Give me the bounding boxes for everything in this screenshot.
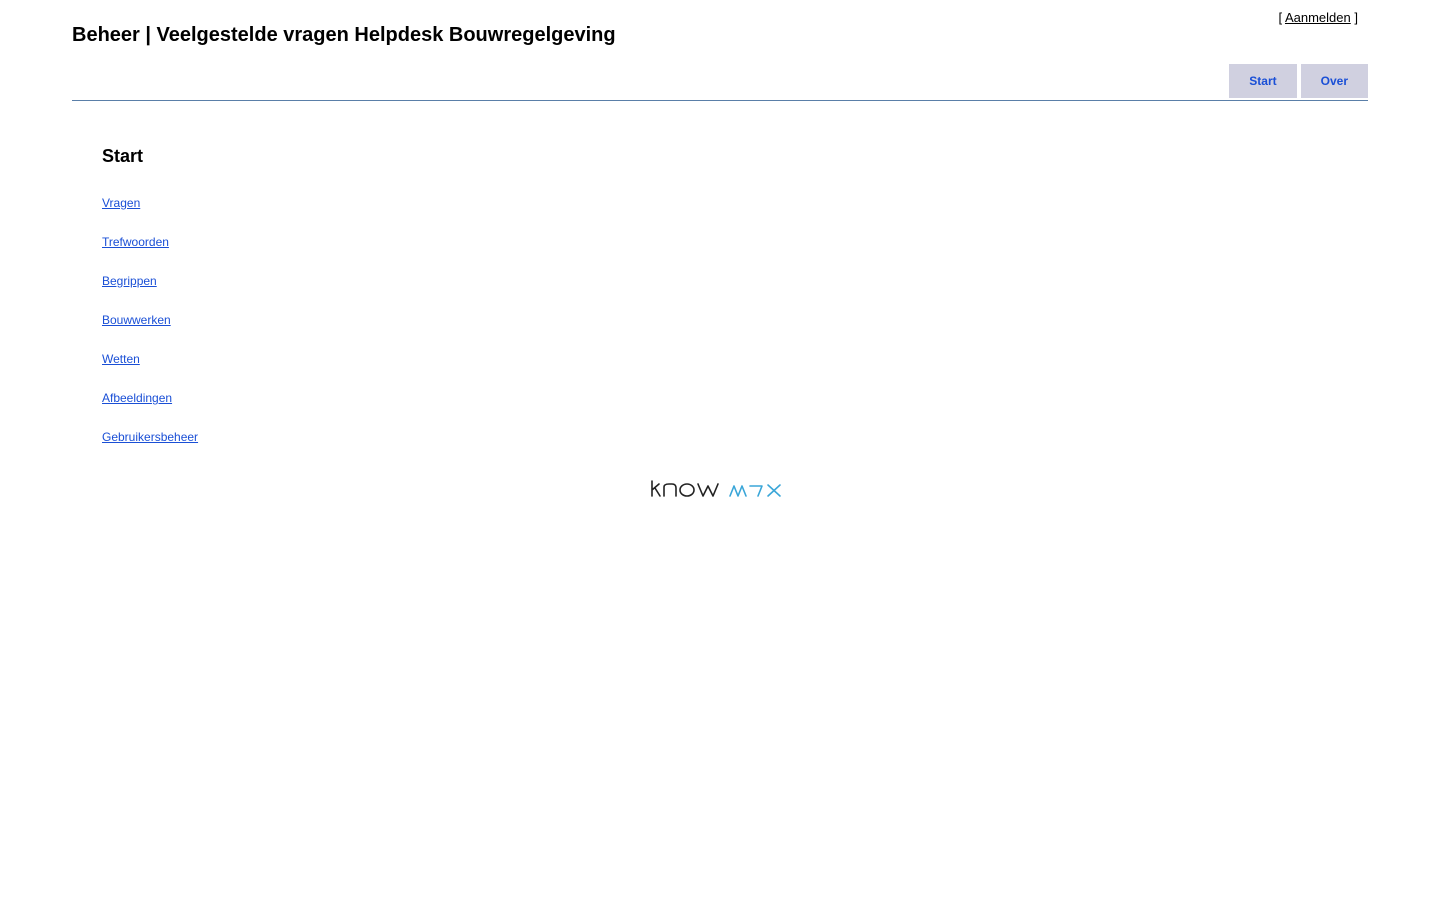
list-item: Vragen (102, 196, 198, 235)
link-vragen[interactable]: Vragen (102, 196, 140, 210)
logo-know-part (651, 480, 719, 497)
list-item: Trefwoorden (102, 235, 198, 274)
login-area: [ Aanmelden ] (1278, 10, 1358, 25)
list-item: Gebruikersbeheer (102, 430, 198, 469)
link-trefwoorden[interactable]: Trefwoorden (102, 235, 169, 249)
login-bracket-close: ] (1354, 10, 1358, 25)
link-bouwwerken[interactable]: Bouwwerken (102, 313, 171, 327)
admin-link-list: Vragen Trefwoorden Begrippen Bouwwerken … (102, 196, 198, 469)
page: [ Aanmelden ] Beheer | Veelgestelde vrag… (0, 0, 1440, 900)
link-gebruikersbeheer[interactable]: Gebruikersbeheer (102, 430, 198, 444)
list-item: Wetten (102, 352, 198, 391)
section-heading: Start (102, 146, 144, 166)
list-item: Afbeeldingen (102, 391, 198, 430)
logo-max-part (729, 484, 781, 497)
login-bracket-open: [ (1278, 10, 1283, 25)
list-item: Begrippen (102, 274, 198, 313)
tab-bar: Start Over (1229, 64, 1368, 98)
link-afbeeldingen[interactable]: Afbeeldingen (102, 391, 172, 405)
main-content: Start Vragen Trefwoorden Begrippen Bouww… (102, 144, 198, 469)
link-begrippen[interactable]: Begrippen (102, 274, 157, 288)
link-wetten[interactable]: Wetten (102, 352, 140, 366)
knowmax-logo (651, 480, 781, 497)
tab-start[interactable]: Start (1229, 64, 1297, 98)
list-item: Bouwwerken (102, 313, 198, 352)
header-divider (72, 100, 1368, 101)
page-title: Beheer | Veelgestelde vragen Helpdesk Bo… (72, 24, 616, 46)
login-link[interactable]: Aanmelden (1285, 10, 1351, 25)
tab-over[interactable]: Over (1300, 64, 1368, 98)
